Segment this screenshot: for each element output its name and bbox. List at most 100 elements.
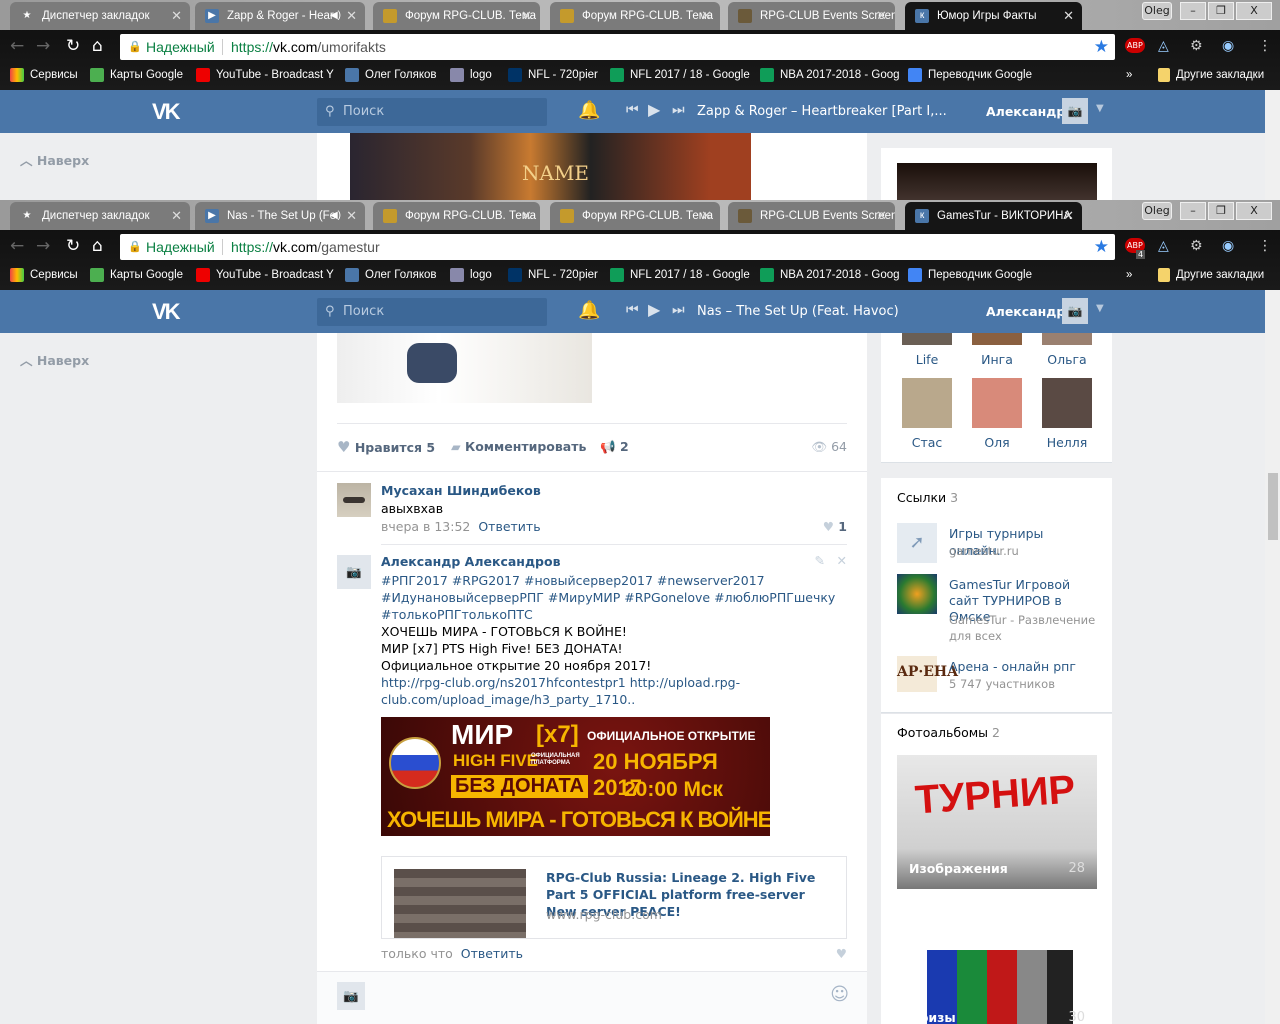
avatar[interactable]: 📷 [1062,98,1088,124]
back-icon[interactable]: ← [10,36,24,56]
tab-rpg-forum-2[interactable]: Форум RPG-CLUB. Тема ✕ [550,2,720,30]
bookmark-apps[interactable]: Сервисы [10,62,78,88]
back-to-top[interactable]: ︿ Наверх [20,150,89,169]
promo-banner-image[interactable]: МИР [x7] HIGH FIVE ОФИЦИАЛЬНАЯ ПЛАТФОРМА… [381,717,770,836]
hashtags[interactable]: #ИдунановыйсерверРПГ #МируМИР #RPGonelov… [381,589,851,606]
like-button[interactable]: ♥ Нравится 5 [337,438,435,456]
tab-vk-video[interactable]: ▶ Zapp & Roger - Hear ◀) ✕ [195,2,365,30]
edit-icon[interactable]: ✎ [815,553,825,568]
album-cover[interactable]: ТУРНИР Изображения 28 [897,755,1097,889]
chevron-down-icon[interactable]: ▼ [1096,103,1104,114]
menu-icon[interactable]: ⋮ [1258,38,1272,54]
tab-vk-video[interactable]: ▶ Nas - The Set Up (Fe ◀) ✕ [195,202,365,230]
album-cover[interactable]: Призы 30 [897,950,1097,1024]
share-button[interactable]: 📢 2 [600,439,629,455]
gamestur-logo[interactable] [897,574,937,614]
profile-button[interactable]: Oleg [1142,2,1172,20]
link-title[interactable]: Арена - онлайн рпг [949,659,1099,674]
close-tab-icon[interactable]: ✕ [876,2,887,30]
cover-image[interactable] [897,163,1097,200]
friend-name[interactable]: Оля [957,435,1037,450]
post-image[interactable] [337,333,592,403]
friend-name[interactable]: Нелля [1027,435,1107,450]
comment-avatar[interactable] [337,483,371,517]
bookmark-nfl[interactable]: NFL - 720pier [508,62,598,88]
tab-active[interactable]: к GamesTur - ВИКТОРИНА ✕ [905,202,1082,230]
link-arrow-icon[interactable]: ➚ [897,523,937,563]
audio-icon[interactable]: ◀) [330,202,341,230]
back-icon[interactable]: ← [10,236,24,256]
bookmark-oleg[interactable]: Олег Голяков [345,262,437,288]
menu-icon[interactable]: ⋮ [1258,238,1272,254]
bookmark-logo[interactable]: logo [450,62,492,88]
close-tab-icon[interactable]: ✕ [521,2,532,30]
tab-rpg-forum-2[interactable]: Форум RPG-CLUB. Тема ✕ [550,202,720,230]
friend-name[interactable]: Life [887,352,967,367]
hashtags[interactable]: #РПГ2017 #RPG2017 #новыйсервер2017 #news… [381,572,851,589]
user-name[interactable]: Александр [986,290,1065,333]
bookmarks-more[interactable]: » [1126,262,1132,288]
bookmark-translate[interactable]: Переводчик Google [908,62,1032,88]
eye-extension-icon[interactable]: ◉ [1222,38,1234,54]
scrollbar[interactable] [1265,90,1280,200]
tab-active[interactable]: к Юмор Игры Факты ✕ [905,2,1082,30]
bookmark-star-icon[interactable]: ★ [1094,34,1109,60]
friend-photo[interactable] [902,378,952,428]
bookmark-nba-sheet[interactable]: NBA 2017-2018 - Goog [760,62,900,88]
vk-logo[interactable]: VK [152,299,181,325]
forward-icon[interactable]: → [36,36,50,56]
close-tab-icon[interactable]: ✕ [521,202,532,230]
post-image[interactable]: NAME [350,133,751,200]
address-bar[interactable]: 🔒 Надежный https://vk.com/gamestur ★ [120,234,1115,260]
address-bar[interactable]: 🔒 Надежный https://vk.com/umorifakts ★ [120,34,1115,60]
prev-track-icon[interactable]: ⏮ [626,102,639,118]
bookmark-maps[interactable]: Карты Google [90,62,183,88]
minimize-button[interactable]: – [1180,202,1206,220]
chevron-down-icon[interactable]: ▼ [1096,303,1104,314]
comment-link[interactable]: http://rpg-club.org/ns2017hfcontestpr1 h… [381,674,851,691]
scrollbar-thumb[interactable] [1268,473,1278,540]
comment-link[interactable]: club.com/upload_image/h3_party_1710.. [381,691,851,708]
maximize-button[interactable]: ❐ [1208,2,1234,20]
search-input[interactable]: ⚲ Поиск [317,298,547,326]
other-bookmarks[interactable]: Другие закладки [1158,62,1264,88]
back-to-top[interactable]: ︿ Наверх [20,350,89,369]
links-header[interactable]: Ссылки 3 [897,490,958,505]
bookmark-nfl-sheet[interactable]: NFL 2017 / 18 - Google [610,262,750,288]
audio-icon[interactable]: ◀) [330,2,341,30]
extension-gear-icon[interactable]: ⚙ [1190,38,1203,54]
tab-bookmarks-manager[interactable]: ★ Диспетчер закладок ✕ [10,202,190,230]
bell-icon[interactable]: 🔔 [578,100,600,121]
bookmark-nfl-sheet[interactable]: NFL 2017 / 18 - Google [610,62,750,88]
bookmark-logo[interactable]: logo [450,262,492,288]
close-window-button[interactable]: X [1236,202,1272,220]
hashtags[interactable]: #толькоРПГтолькоПТС [381,606,851,623]
albums-header[interactable]: Фотоальбомы 2 [897,725,1000,740]
close-tab-icon[interactable]: ✕ [171,2,182,30]
adblock-icon[interactable]: ABP [1125,38,1145,53]
tab-bookmarks-manager[interactable]: ★ Диспетчер закладок ✕ [10,2,190,30]
home-icon[interactable]: ⌂ [92,36,103,56]
close-tab-icon[interactable]: ✕ [346,202,357,230]
friend-name[interactable]: Инга [957,352,1037,367]
close-tab-icon[interactable]: ✕ [1063,2,1074,30]
bell-icon[interactable]: 🔔 [578,300,600,321]
play-icon[interactable]: ▶ [648,300,660,319]
camera-icon[interactable]: 📷 [337,982,365,1010]
extension-icon[interactable]: ◬ [1158,38,1169,54]
track-title[interactable]: Zapp & Roger – Heartbreaker [Part I,... [697,90,947,133]
close-window-button[interactable]: X [1236,2,1272,20]
tab-rpg-events[interactable]: RPG-CLUB Events Screen ✕ [728,2,895,30]
avatar[interactable]: 📷 [1062,298,1088,324]
close-tab-icon[interactable]: ✕ [1063,202,1074,230]
friend-photo[interactable] [1042,378,1092,428]
close-tab-icon[interactable]: ✕ [346,2,357,30]
comment-author[interactable]: Мусахан Шиндибеков [381,483,541,498]
prev-track-icon[interactable]: ⏮ [626,302,639,318]
comment-avatar[interactable]: 📷 [337,555,371,589]
tab-rpg-events[interactable]: RPG-CLUB Events Screen ✕ [728,202,895,230]
smile-icon[interactable]: ☺ [830,984,849,1005]
friend-name[interactable]: Стас [887,435,967,450]
extension-icon[interactable]: ◬ [1158,238,1169,254]
other-bookmarks[interactable]: Другие закладки [1158,262,1264,288]
